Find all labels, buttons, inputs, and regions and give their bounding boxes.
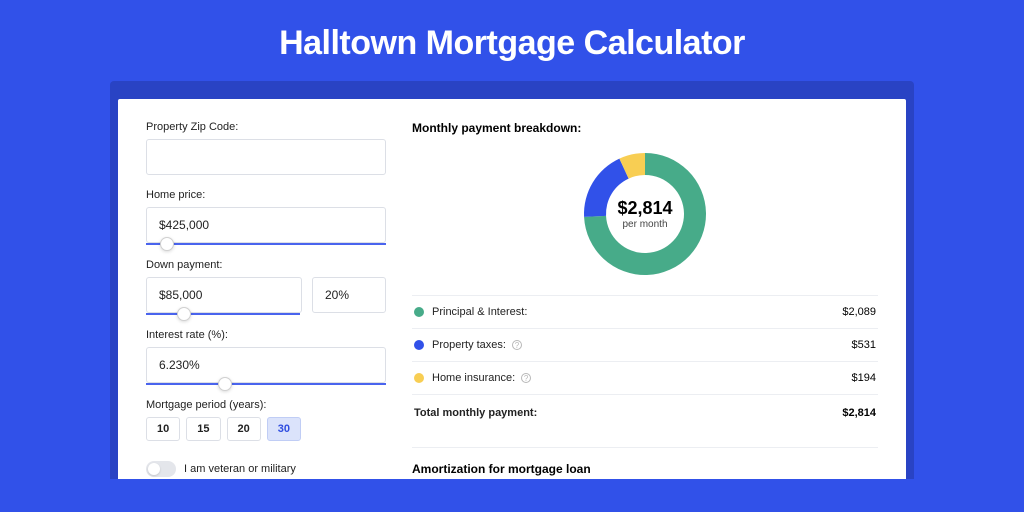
home-price-slider[interactable] <box>146 243 386 245</box>
breakdown-rows: Principal & Interest: $2,089 Property taxe… <box>412 295 878 394</box>
donut-sub: per month <box>622 219 667 230</box>
breakdown-row-value: $531 <box>852 339 876 351</box>
amortization-section: Amortization for mortgage loan Amortizat… <box>412 447 878 479</box>
down-payment-amount-input[interactable] <box>146 277 302 313</box>
donut-chart: $2,814 per month <box>582 151 708 277</box>
mortgage-period-label: Mortgage period (years): <box>146 399 386 411</box>
info-icon[interactable]: ? <box>512 340 522 350</box>
breakdown-row-label: Home insurance: <box>432 372 515 384</box>
legend-dot <box>414 307 424 317</box>
period-btn-15[interactable]: 15 <box>186 417 220 441</box>
home-price-label: Home price: <box>146 189 386 201</box>
interest-rate-slider-thumb[interactable] <box>218 377 232 391</box>
total-row: Total monthly payment: $2,814 <box>412 394 878 431</box>
field-zip: Property Zip Code: <box>146 121 386 175</box>
down-payment-label: Down payment: <box>146 259 386 271</box>
legend-dot <box>414 340 424 350</box>
veteran-toggle[interactable] <box>146 461 176 477</box>
field-home-price: Home price: <box>146 189 386 245</box>
veteran-label: I am veteran or military <box>184 463 296 475</box>
period-btn-10[interactable]: 10 <box>146 417 180 441</box>
calculator-card: Property Zip Code: Home price: Down paym… <box>118 99 906 479</box>
breakdown-row-label: Property taxes: <box>432 339 506 351</box>
info-icon[interactable]: ? <box>521 373 531 383</box>
down-payment-pct-input[interactable] <box>312 277 386 313</box>
period-btn-30[interactable]: 30 <box>267 417 301 441</box>
breakdown-row-label: Principal & Interest: <box>432 306 527 318</box>
breakdown-row: Property taxes:? $531 <box>412 328 878 361</box>
veteran-row: I am veteran or military <box>146 461 386 477</box>
breakdown-row: Home insurance:? $194 <box>412 361 878 394</box>
down-payment-slider-thumb[interactable] <box>177 307 191 321</box>
breakdown-row-value: $194 <box>852 372 876 384</box>
breakdown-row-value: $2,089 <box>842 306 876 318</box>
total-value: $2,814 <box>842 407 876 419</box>
zip-label: Property Zip Code: <box>146 121 386 133</box>
donut-chart-wrap: $2,814 per month <box>412 145 878 295</box>
amortization-title: Amortization for mortgage loan <box>412 462 878 476</box>
field-interest-rate: Interest rate (%): <box>146 329 386 385</box>
interest-rate-slider[interactable] <box>146 383 386 385</box>
field-mortgage-period: Mortgage period (years): 1015 2030 <box>146 399 386 441</box>
field-down-payment: Down payment: <box>146 259 386 315</box>
interest-rate-label: Interest rate (%): <box>146 329 386 341</box>
interest-rate-input[interactable] <box>146 347 386 383</box>
page-title: Halltown Mortgage Calculator <box>0 24 1024 63</box>
card-backdrop: Property Zip Code: Home price: Down paym… <box>110 81 914 479</box>
home-price-slider-thumb[interactable] <box>160 237 174 251</box>
home-price-input[interactable] <box>146 207 386 243</box>
period-btn-20[interactable]: 20 <box>227 417 261 441</box>
down-payment-slider[interactable] <box>146 313 300 315</box>
legend-dot <box>414 373 424 383</box>
breakdown-row: Principal & Interest: $2,089 <box>412 295 878 328</box>
zip-input[interactable] <box>146 139 386 175</box>
mortgage-period-options: 1015 2030 <box>146 417 386 441</box>
donut-center: $2,814 per month <box>582 151 708 277</box>
form-column: Property Zip Code: Home price: Down paym… <box>146 121 386 479</box>
donut-amount: $2,814 <box>617 198 672 219</box>
breakdown-title: Monthly payment breakdown: <box>412 121 878 135</box>
total-label: Total monthly payment: <box>414 407 537 419</box>
breakdown-column: Monthly payment breakdown: $2,814 per mo… <box>412 121 878 479</box>
